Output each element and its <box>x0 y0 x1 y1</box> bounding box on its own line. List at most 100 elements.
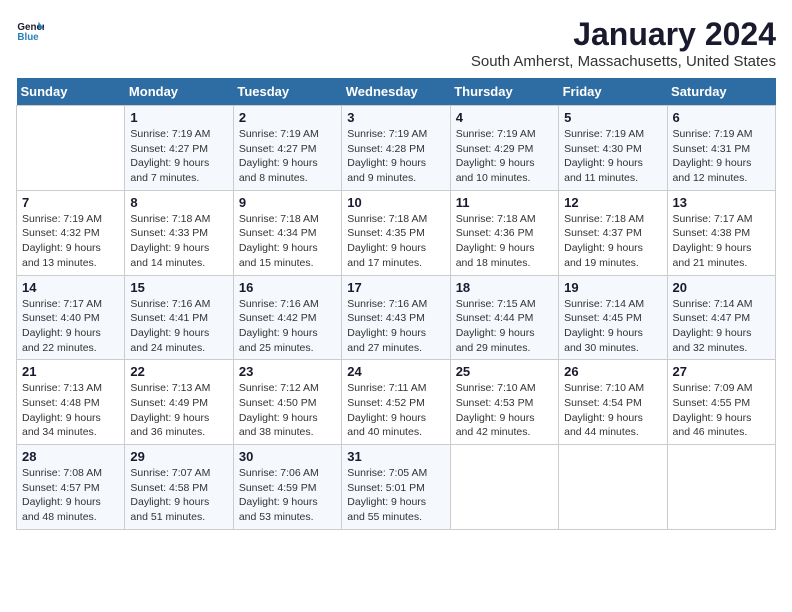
day-number: 20 <box>673 280 770 295</box>
month-title: January 2024 <box>471 16 776 53</box>
day-info: Sunrise: 7:19 AMSunset: 4:28 PMDaylight:… <box>347 127 444 186</box>
calendar-cell: 26 Sunrise: 7:10 AMSunset: 4:54 PMDaylig… <box>559 360 667 445</box>
day-number: 25 <box>456 364 553 379</box>
calendar-cell: 8 Sunrise: 7:18 AMSunset: 4:33 PMDayligh… <box>125 190 233 275</box>
day-number: 12 <box>564 195 661 210</box>
day-info: Sunrise: 7:18 AMSunset: 4:36 PMDaylight:… <box>456 212 553 271</box>
calendar-cell <box>17 106 125 191</box>
day-info: Sunrise: 7:18 AMSunset: 4:33 PMDaylight:… <box>130 212 227 271</box>
day-info: Sunrise: 7:19 AMSunset: 4:32 PMDaylight:… <box>22 212 119 271</box>
calendar-cell: 16 Sunrise: 7:16 AMSunset: 4:42 PMDaylig… <box>233 275 341 360</box>
calendar-table: Sunday Monday Tuesday Wednesday Thursday… <box>16 78 776 530</box>
calendar-week-3: 14 Sunrise: 7:17 AMSunset: 4:40 PMDaylig… <box>17 275 776 360</box>
calendar-cell: 30 Sunrise: 7:06 AMSunset: 4:59 PMDaylig… <box>233 445 341 530</box>
calendar-week-4: 21 Sunrise: 7:13 AMSunset: 4:48 PMDaylig… <box>17 360 776 445</box>
calendar-cell: 25 Sunrise: 7:10 AMSunset: 4:53 PMDaylig… <box>450 360 558 445</box>
day-number: 6 <box>673 110 770 125</box>
calendar-cell: 19 Sunrise: 7:14 AMSunset: 4:45 PMDaylig… <box>559 275 667 360</box>
calendar-cell: 18 Sunrise: 7:15 AMSunset: 4:44 PMDaylig… <box>450 275 558 360</box>
day-info: Sunrise: 7:18 AMSunset: 4:37 PMDaylight:… <box>564 212 661 271</box>
day-number: 15 <box>130 280 227 295</box>
day-number: 17 <box>347 280 444 295</box>
day-number: 29 <box>130 449 227 464</box>
day-number: 31 <box>347 449 444 464</box>
day-info: Sunrise: 7:09 AMSunset: 4:55 PMDaylight:… <box>673 381 770 440</box>
calendar-cell: 3 Sunrise: 7:19 AMSunset: 4:28 PMDayligh… <box>342 106 450 191</box>
calendar-cell: 29 Sunrise: 7:07 AMSunset: 4:58 PMDaylig… <box>125 445 233 530</box>
day-number: 4 <box>456 110 553 125</box>
calendar-week-5: 28 Sunrise: 7:08 AMSunset: 4:57 PMDaylig… <box>17 445 776 530</box>
day-number: 3 <box>347 110 444 125</box>
day-number: 8 <box>130 195 227 210</box>
day-info: Sunrise: 7:18 AMSunset: 4:34 PMDaylight:… <box>239 212 336 271</box>
day-info: Sunrise: 7:14 AMSunset: 4:45 PMDaylight:… <box>564 297 661 356</box>
calendar-cell: 21 Sunrise: 7:13 AMSunset: 4:48 PMDaylig… <box>17 360 125 445</box>
calendar-cell: 22 Sunrise: 7:13 AMSunset: 4:49 PMDaylig… <box>125 360 233 445</box>
calendar-cell: 31 Sunrise: 7:05 AMSunset: 5:01 PMDaylig… <box>342 445 450 530</box>
day-number: 9 <box>239 195 336 210</box>
day-info: Sunrise: 7:16 AMSunset: 4:42 PMDaylight:… <box>239 297 336 356</box>
day-number: 28 <box>22 449 119 464</box>
calendar-cell: 10 Sunrise: 7:18 AMSunset: 4:35 PMDaylig… <box>342 190 450 275</box>
day-info: Sunrise: 7:16 AMSunset: 4:43 PMDaylight:… <box>347 297 444 356</box>
day-number: 7 <box>22 195 119 210</box>
calendar-cell: 4 Sunrise: 7:19 AMSunset: 4:29 PMDayligh… <box>450 106 558 191</box>
calendar-cell <box>667 445 775 530</box>
header-monday: Monday <box>125 78 233 106</box>
day-info: Sunrise: 7:17 AMSunset: 4:40 PMDaylight:… <box>22 297 119 356</box>
calendar-cell: 9 Sunrise: 7:18 AMSunset: 4:34 PMDayligh… <box>233 190 341 275</box>
calendar-cell: 28 Sunrise: 7:08 AMSunset: 4:57 PMDaylig… <box>17 445 125 530</box>
day-number: 10 <box>347 195 444 210</box>
day-info: Sunrise: 7:12 AMSunset: 4:50 PMDaylight:… <box>239 381 336 440</box>
logo: General Blue <box>16 16 44 44</box>
day-info: Sunrise: 7:13 AMSunset: 4:49 PMDaylight:… <box>130 381 227 440</box>
calendar-week-2: 7 Sunrise: 7:19 AMSunset: 4:32 PMDayligh… <box>17 190 776 275</box>
day-number: 19 <box>564 280 661 295</box>
title-block: January 2024 South Amherst, Massachusett… <box>471 16 776 70</box>
day-info: Sunrise: 7:18 AMSunset: 4:35 PMDaylight:… <box>347 212 444 271</box>
calendar-cell: 13 Sunrise: 7:17 AMSunset: 4:38 PMDaylig… <box>667 190 775 275</box>
day-info: Sunrise: 7:16 AMSunset: 4:41 PMDaylight:… <box>130 297 227 356</box>
header-friday: Friday <box>559 78 667 106</box>
logo-icon: General Blue <box>16 16 44 44</box>
day-info: Sunrise: 7:07 AMSunset: 4:58 PMDaylight:… <box>130 466 227 525</box>
calendar-cell: 12 Sunrise: 7:18 AMSunset: 4:37 PMDaylig… <box>559 190 667 275</box>
day-info: Sunrise: 7:10 AMSunset: 4:54 PMDaylight:… <box>564 381 661 440</box>
day-number: 14 <box>22 280 119 295</box>
calendar-cell: 15 Sunrise: 7:16 AMSunset: 4:41 PMDaylig… <box>125 275 233 360</box>
day-info: Sunrise: 7:06 AMSunset: 4:59 PMDaylight:… <box>239 466 336 525</box>
calendar-cell: 27 Sunrise: 7:09 AMSunset: 4:55 PMDaylig… <box>667 360 775 445</box>
day-info: Sunrise: 7:19 AMSunset: 4:30 PMDaylight:… <box>564 127 661 186</box>
day-info: Sunrise: 7:08 AMSunset: 4:57 PMDaylight:… <box>22 466 119 525</box>
day-info: Sunrise: 7:19 AMSunset: 4:27 PMDaylight:… <box>130 127 227 186</box>
header-tuesday: Tuesday <box>233 78 341 106</box>
day-number: 5 <box>564 110 661 125</box>
day-info: Sunrise: 7:10 AMSunset: 4:53 PMDaylight:… <box>456 381 553 440</box>
day-number: 13 <box>673 195 770 210</box>
day-number: 30 <box>239 449 336 464</box>
calendar-cell: 23 Sunrise: 7:12 AMSunset: 4:50 PMDaylig… <box>233 360 341 445</box>
svg-text:Blue: Blue <box>17 32 39 43</box>
day-number: 26 <box>564 364 661 379</box>
header-wednesday: Wednesday <box>342 78 450 106</box>
day-info: Sunrise: 7:19 AMSunset: 4:29 PMDaylight:… <box>456 127 553 186</box>
day-number: 27 <box>673 364 770 379</box>
day-number: 24 <box>347 364 444 379</box>
header-thursday: Thursday <box>450 78 558 106</box>
calendar-cell: 6 Sunrise: 7:19 AMSunset: 4:31 PMDayligh… <box>667 106 775 191</box>
day-number: 11 <box>456 195 553 210</box>
location-title: South Amherst, Massachusetts, United Sta… <box>471 53 776 70</box>
day-info: Sunrise: 7:15 AMSunset: 4:44 PMDaylight:… <box>456 297 553 356</box>
day-info: Sunrise: 7:19 AMSunset: 4:31 PMDaylight:… <box>673 127 770 186</box>
day-number: 21 <box>22 364 119 379</box>
day-info: Sunrise: 7:11 AMSunset: 4:52 PMDaylight:… <box>347 381 444 440</box>
calendar-cell <box>450 445 558 530</box>
day-info: Sunrise: 7:17 AMSunset: 4:38 PMDaylight:… <box>673 212 770 271</box>
calendar-cell: 1 Sunrise: 7:19 AMSunset: 4:27 PMDayligh… <box>125 106 233 191</box>
header-sunday: Sunday <box>17 78 125 106</box>
calendar-cell: 11 Sunrise: 7:18 AMSunset: 4:36 PMDaylig… <box>450 190 558 275</box>
day-info: Sunrise: 7:13 AMSunset: 4:48 PMDaylight:… <box>22 381 119 440</box>
calendar-week-1: 1 Sunrise: 7:19 AMSunset: 4:27 PMDayligh… <box>17 106 776 191</box>
calendar-cell: 5 Sunrise: 7:19 AMSunset: 4:30 PMDayligh… <box>559 106 667 191</box>
day-info: Sunrise: 7:14 AMSunset: 4:47 PMDaylight:… <box>673 297 770 356</box>
